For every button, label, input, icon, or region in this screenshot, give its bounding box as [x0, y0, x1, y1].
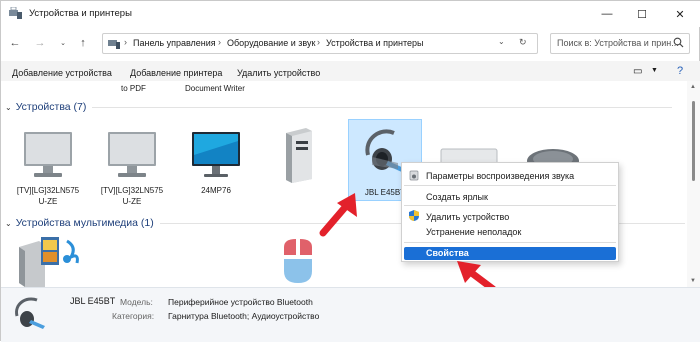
devices-printers-icon: [9, 7, 22, 19]
refresh-icon[interactable]: ↻: [519, 37, 527, 48]
monitor-icon: [192, 132, 240, 177]
group-title: Устройства (7): [15, 101, 87, 113]
title-bar: Устройства и принтеры — ☐ ✕: [1, 1, 700, 27]
control-panel-icon: [108, 40, 120, 49]
breadcrumb-hardware-sound[interactable]: Оборудование и звук: [227, 38, 315, 48]
menu-divider: [404, 242, 616, 243]
menu-item-troubleshoot[interactable]: Устранение неполадок: [426, 227, 521, 237]
close-icon[interactable]: ✕: [661, 1, 699, 27]
group-divider: [92, 106, 673, 108]
details-model-key: Модель:: [120, 297, 153, 307]
menu-item-remove-device[interactable]: Удалить устройство: [426, 212, 509, 222]
menu-divider: [404, 185, 616, 186]
chevron-down-icon[interactable]: ⌄: [498, 37, 505, 46]
add-printer-button[interactable]: Добавление принтера: [130, 68, 222, 78]
device-label: 24MP76: [201, 186, 231, 195]
chevron-right-icon: ›: [218, 37, 221, 47]
forward-arrow-icon[interactable]: →: [32, 35, 48, 51]
details-model-value: Периферийное устройство Bluetooth: [168, 297, 313, 307]
search-box[interactable]: Поиск в: Устройства и прин...: [550, 33, 690, 54]
speaker-icon: [409, 170, 419, 181]
details-category-key: Категория:: [112, 311, 155, 321]
up-arrow-icon[interactable]: ↑: [75, 35, 91, 51]
headset-icon: [15, 297, 45, 329]
chevron-right-icon: ›: [124, 37, 127, 47]
scrollbar-thumb[interactable]: [692, 101, 695, 181]
address-bar[interactable]: › Панель управления › Оборудование и зву…: [102, 33, 538, 54]
device-tile[interactable]: [517, 125, 589, 169]
mouse-device-icon: [284, 239, 312, 283]
device-tile[interactable]: [TV][LG]32LN575 U-ZE: [96, 125, 168, 215]
devices-printers-window: Устройства и принтеры — ☐ ✕ ← → ⌄ ↑ › Па…: [0, 0, 700, 342]
menu-divider: [404, 205, 616, 206]
context-menu: Параметры воспроизведения звука Создать …: [401, 162, 619, 262]
maximize-icon[interactable]: ☐: [623, 1, 661, 27]
minimize-icon[interactable]: —: [588, 1, 626, 27]
remove-device-button[interactable]: Удалить устройство: [237, 68, 320, 78]
chevron-right-icon: ›: [317, 37, 320, 47]
device-tile[interactable]: [433, 125, 505, 168]
add-device-button[interactable]: Добавление устройства: [12, 68, 112, 78]
group-header-devices[interactable]: ⌄ Устройства (7): [5, 101, 673, 113]
computer-tower-icon: [286, 128, 312, 183]
menu-item-create-shortcut[interactable]: Создать ярлык: [426, 192, 488, 202]
shield-icon: [409, 210, 419, 221]
window-title: Устройства и принтеры: [29, 8, 132, 19]
media-device-icon: [19, 237, 79, 287]
search-input[interactable]: Поиск в: Устройства и прин...: [557, 38, 679, 48]
chevron-down-icon[interactable]: ⌄: [5, 103, 12, 112]
view-dropdown-icon[interactable]: ▼: [651, 67, 658, 74]
details-category-value: Гарнитура Bluetooth; Аудиоустройство: [168, 311, 320, 321]
partial-device-label: to PDF: [121, 84, 146, 93]
tv-monitor-icon: [24, 132, 72, 177]
search-icon[interactable]: [673, 37, 684, 48]
red-arrow-annotation: [319, 193, 357, 237]
menu-item-playback-settings[interactable]: Параметры воспроизведения звука: [426, 171, 574, 181]
device-tile[interactable]: 24MP76: [180, 125, 252, 215]
view-options-icon[interactable]: ▭: [633, 66, 642, 77]
scroll-down-icon[interactable]: ▼: [690, 278, 696, 284]
chevron-down-icon[interactable]: ⌄: [5, 219, 12, 228]
device-label: [TV][LG]32LN575 U-ZE: [100, 186, 164, 206]
back-arrow-icon[interactable]: ←: [7, 35, 23, 51]
scroll-up-icon[interactable]: ▲: [690, 84, 696, 90]
details-pane: JBL E45BT Модель: Периферийное устройств…: [1, 287, 700, 342]
vertical-scrollbar[interactable]: ▲ ▼: [687, 81, 700, 287]
recent-dropdown-icon[interactable]: ⌄: [55, 35, 71, 51]
group-title: Устройства мультимедиа (1): [15, 217, 154, 229]
menu-item-properties[interactable]: Свойства: [404, 247, 616, 260]
help-icon[interactable]: ?: [677, 65, 683, 77]
partial-device-label: Document Writer: [185, 84, 245, 93]
breadcrumb-control-panel[interactable]: Панель управления: [133, 38, 216, 48]
tv-monitor-icon: [108, 132, 156, 177]
breadcrumb-devices-printers[interactable]: Устройства и принтеры: [326, 38, 424, 48]
details-device-name: JBL E45BT: [70, 296, 116, 306]
device-tile[interactable]: [TV][LG]32LN575 U-ZE: [12, 125, 84, 215]
device-label: [TV][LG]32LN575 U-ZE: [16, 186, 80, 206]
